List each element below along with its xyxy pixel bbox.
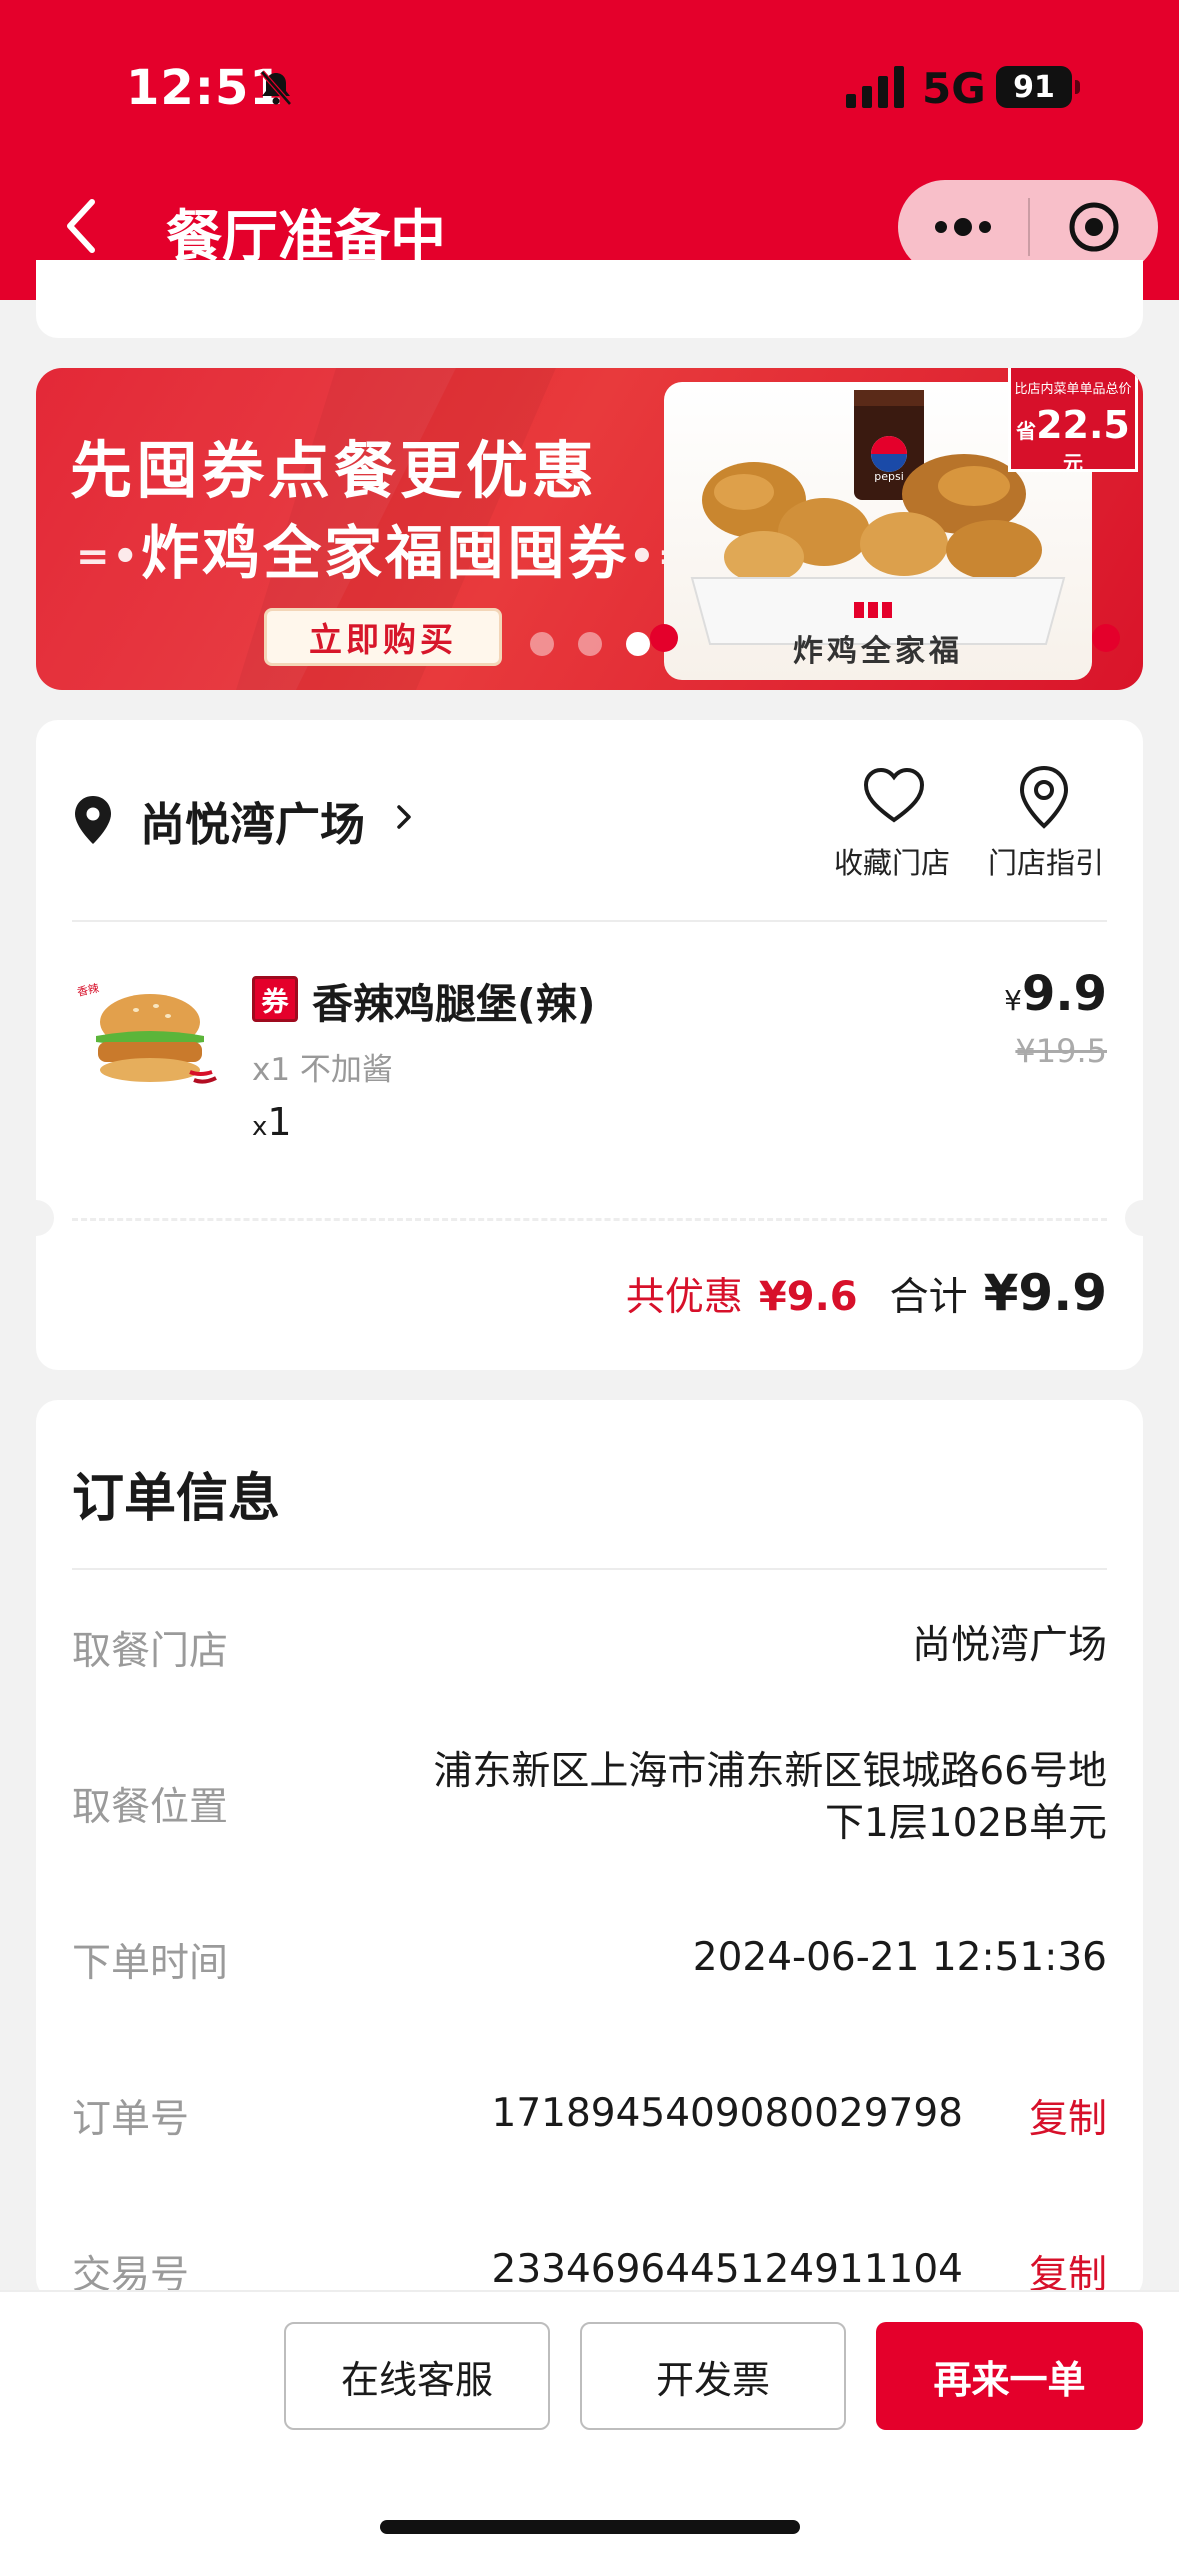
map-pin-icon[interactable] bbox=[1016, 764, 1072, 830]
cup-brand: pepsi bbox=[874, 470, 904, 483]
heart-icon[interactable] bbox=[862, 766, 926, 826]
pickup-store-value: 尚悦湾广场 bbox=[911, 1623, 1107, 1668]
divider bbox=[72, 920, 1107, 922]
savings-tag: 比店内菜单单品总价 省22.5 元 bbox=[1008, 368, 1138, 475]
cell-signal-icon bbox=[846, 66, 904, 108]
qty-value: 1 bbox=[267, 1100, 292, 1144]
store-name[interactable]: 尚悦湾广场 bbox=[140, 788, 365, 853]
reorder-button[interactable]: 再来一单 bbox=[876, 2322, 1143, 2430]
pickup-store-label: 取餐门店 bbox=[72, 1629, 229, 1674]
svg-text:香辣: 香辣 bbox=[76, 981, 100, 999]
bottom-action-bar: 在线客服 开发票 再来一单 bbox=[0, 2290, 1179, 2556]
coupon-badge: 券 bbox=[252, 976, 298, 1022]
order-card: 尚悦湾广场 收藏门店 门店指引 香辣 券 香辣鸡腿堡(辣) x1 不加酱 x1 … bbox=[18, 720, 1161, 1370]
total-label: 合计 bbox=[889, 1275, 968, 1320]
trade-number-value: 2334696445124911104 bbox=[491, 2247, 963, 2292]
pickup-location-value: 浦东新区上海市浦东新区银城路66号地 下1层102B单元 bbox=[387, 1746, 1107, 1850]
carousel-dot-active[interactable] bbox=[626, 632, 650, 656]
price-value: 9.9 bbox=[1021, 966, 1107, 1022]
total-value: ¥9.9 bbox=[983, 1264, 1107, 1322]
product-caption: 炸鸡全家福 bbox=[793, 634, 963, 669]
order-time-label: 下单时间 bbox=[72, 1941, 229, 1986]
price-symbol: ¥ bbox=[1004, 984, 1022, 1017]
banner-subheadline: =•炸鸡全家福囤囤券•= bbox=[76, 519, 695, 587]
perforation-divider bbox=[72, 1218, 1107, 1221]
target-close-icon bbox=[1069, 202, 1119, 252]
pickup-location-line2: 下1层102B单元 bbox=[824, 1800, 1107, 1846]
discount-label: 共优惠 bbox=[625, 1275, 743, 1320]
card-notch bbox=[18, 1200, 54, 1236]
more-dots-icon bbox=[935, 218, 991, 236]
banner-subheadline-text: 炸鸡全家福囤囤券 bbox=[141, 519, 630, 587]
discount-value: ¥9.6 bbox=[758, 1274, 858, 1320]
order-number-label: 订单号 bbox=[72, 2097, 190, 2142]
chevron-right-icon[interactable] bbox=[394, 802, 414, 832]
home-indicator bbox=[380, 2520, 800, 2534]
savings-unit: 元 bbox=[1063, 451, 1083, 475]
item-spec: x1 不加酱 bbox=[252, 1052, 393, 1088]
promo-banner[interactable]: 先囤券点餐更优惠 =•炸鸡全家福囤囤券•= 立即购买 pepsi 炸鸡全家福 比… bbox=[36, 368, 1143, 690]
carousel-dot[interactable] bbox=[578, 632, 602, 656]
customer-service-button[interactable]: 在线客服 bbox=[284, 2322, 550, 2430]
savings-tag-note: 比店内菜单单品总价 bbox=[1014, 382, 1132, 397]
app-header: 12:51 5G 91 餐厅准备中 bbox=[0, 0, 1179, 300]
store-guide-label[interactable]: 门店指引 bbox=[988, 840, 1104, 882]
banner-headline: 先囤券点餐更优惠 bbox=[70, 434, 599, 507]
order-time-value: 2024-06-21 12:51:36 bbox=[692, 1935, 1107, 1980]
pickup-location-line1: 浦东新区上海市浦东新区银城路66号地 bbox=[433, 1749, 1107, 1794]
banner-notch bbox=[650, 624, 678, 652]
battery-indicator: 91 bbox=[996, 66, 1080, 108]
carousel-dot[interactable] bbox=[530, 632, 554, 656]
location-pin-icon bbox=[75, 796, 111, 844]
order-info-card: 订单信息 取餐门店 尚悦湾广场 取餐位置 浦东新区上海市浦东新区银城路66号地 … bbox=[36, 1400, 1143, 2300]
price-summary: 共优惠 ¥9.6 合计 ¥9.9 bbox=[626, 1264, 1107, 1322]
savings-amount: 22.5 bbox=[1036, 403, 1130, 447]
order-info-title: 订单信息 bbox=[72, 1469, 281, 1529]
card-notch bbox=[1125, 1200, 1161, 1236]
bell-muted-icon bbox=[260, 70, 292, 106]
pickup-location-label: 取餐位置 bbox=[72, 1785, 229, 1830]
banner-notch bbox=[1092, 624, 1120, 652]
copy-order-number-button[interactable]: 复制 bbox=[1029, 2088, 1107, 2144]
qty-prefix: x bbox=[252, 1112, 268, 1142]
carousel-dots bbox=[530, 632, 650, 656]
item-original-price: ¥19.5 bbox=[1015, 1032, 1107, 1070]
savings-prefix: 省 bbox=[1016, 419, 1037, 443]
burger-image: 香辣 bbox=[76, 981, 217, 1084]
back-arrow-icon[interactable] bbox=[62, 196, 102, 256]
network-type: 5G bbox=[922, 64, 986, 113]
invoice-button[interactable]: 开发票 bbox=[580, 2322, 846, 2430]
buy-now-button[interactable]: 立即购买 bbox=[264, 608, 502, 666]
item-name: 香辣鸡腿堡(辣) bbox=[312, 980, 596, 1028]
divider bbox=[72, 1568, 1107, 1570]
favorite-store-label[interactable]: 收藏门店 bbox=[834, 840, 950, 882]
item-price: ¥9.9 bbox=[1004, 966, 1107, 1022]
order-number-value: 1718945409080029798 bbox=[491, 2091, 963, 2136]
item-quantity: x1 bbox=[252, 1100, 292, 1144]
previous-card-stub bbox=[36, 260, 1143, 338]
